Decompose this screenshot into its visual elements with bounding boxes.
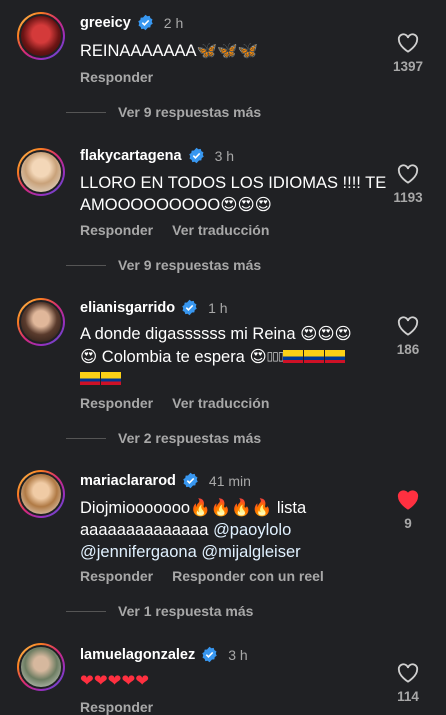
comment-text: Diojmiooooooo🔥🔥🔥🔥 lista aaaaaaaaaaaaaa @…	[80, 497, 370, 563]
view-replies-button[interactable]: Ver 9 respuestas más	[66, 104, 261, 120]
comment-time: 3 h	[228, 646, 248, 663]
replies-divider	[66, 437, 106, 439]
view-replies-button[interactable]: Ver 2 respuestas más	[66, 430, 261, 446]
heart-icon[interactable]	[397, 316, 419, 336]
avatar[interactable]	[17, 148, 65, 196]
view-replies-label: Ver 9 respuestas más	[118, 104, 262, 120]
heart-icon[interactable]	[397, 33, 419, 53]
view-replies-label: Ver 1 respuesta más	[118, 603, 254, 619]
verified-icon	[138, 14, 153, 31]
mention-link[interactable]: @mijalgleiser	[201, 543, 300, 561]
view-replies-button[interactable]: Ver 9 respuestas más	[66, 257, 261, 273]
comment-username[interactable]: elianisgarrido	[80, 300, 175, 316]
heart-filled-icon[interactable]	[397, 490, 419, 510]
colombia-flag-icon	[325, 350, 346, 363]
reply-button[interactable]: Responder	[80, 69, 153, 85]
reply-button[interactable]: Responder	[80, 395, 153, 411]
comment-time: 2 h	[163, 14, 184, 31]
comment-time: 3 h	[214, 147, 235, 164]
colombia-flag-icon	[101, 372, 121, 385]
colombia-flag-icon	[304, 350, 325, 363]
colombia-flag-icon	[80, 372, 100, 385]
unrendered-glyphs: ▯▯▯	[266, 349, 285, 363]
avatar[interactable]	[17, 298, 65, 346]
view-replies-button[interactable]: Ver 1 respuesta más	[66, 603, 253, 619]
comment-time: 41 min	[208, 472, 251, 489]
comment-text-segment: 😍 Colombia te espera 😍	[80, 348, 267, 366]
replies-divider	[66, 610, 106, 612]
comment-username[interactable]: flakycartagena	[80, 148, 182, 164]
view-replies-label: Ver 2 respuestas más	[118, 430, 262, 446]
like-count: 114	[397, 689, 419, 704]
verified-icon	[183, 472, 198, 489]
mention-link[interactable]: @paoylolo	[213, 521, 291, 539]
translate-button[interactable]: Ver traducción	[172, 395, 269, 411]
like-count: 186	[396, 342, 420, 357]
view-replies-label: Ver 9 respuestas más	[118, 257, 262, 273]
comment-time: 1 h	[208, 299, 228, 316]
comment-text: LLORO EN TODOS LOS IDIOMAS !!!! TE AMOOO…	[80, 174, 387, 214]
comment-text: A donde digassssss mi Reina 😍😍😍 😍 Colomb…	[80, 323, 380, 390]
heart-icon[interactable]	[397, 663, 419, 683]
comment-text: ❤❤❤❤❤	[80, 672, 150, 690]
colombia-flag-icon	[283, 350, 304, 363]
comment-text-line: 😍 Colombia te espera 😍▯▯▯	[80, 345, 380, 368]
translate-button[interactable]: Ver traducción	[172, 222, 269, 238]
comment-text-line	[80, 368, 380, 390]
verified-icon	[182, 299, 197, 316]
reply-button[interactable]: Responder	[80, 222, 153, 238]
replies-divider	[66, 264, 106, 266]
avatar[interactable]	[17, 643, 65, 691]
reply-button[interactable]: Responder	[80, 568, 153, 584]
like-count: 1193	[393, 190, 423, 205]
heart-icon[interactable]	[397, 164, 419, 184]
avatar[interactable]	[17, 12, 65, 60]
reply-button[interactable]: Responder	[80, 699, 153, 715]
verified-icon	[202, 646, 217, 663]
mention-link[interactable]: @jennifergaona	[80, 543, 197, 561]
comment-username[interactable]: lamuelagonzalez	[80, 647, 195, 663]
comment-username[interactable]: mariaclararod	[80, 473, 176, 489]
like-count: 1397	[392, 59, 424, 74]
verified-icon	[188, 147, 204, 164]
comment-username[interactable]: greeicy	[80, 15, 131, 31]
comment-text-line: A donde digassssss mi Reina 😍😍😍	[80, 325, 352, 343]
replies-divider	[66, 111, 106, 113]
comment-text: REINAAAAAAA🦋🦋🦋	[80, 42, 259, 60]
reply-with-reel-button[interactable]: Responder con un reel	[172, 568, 324, 584]
like-count: 9	[404, 516, 412, 531]
avatar[interactable]	[17, 470, 65, 518]
